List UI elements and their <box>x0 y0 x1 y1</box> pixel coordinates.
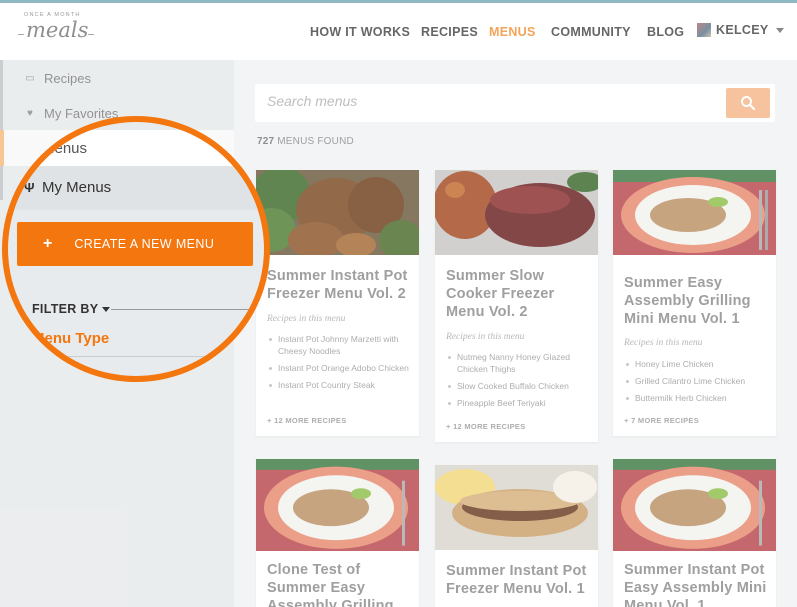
menu-card-image <box>613 459 776 551</box>
more-recipes-link[interactable]: + 12 MORE RECIPES <box>267 416 347 425</box>
site-header: ONCE A MONTH meals HOW IT WORKS RECIPES … <box>0 3 797 60</box>
menu-card[interactable]: Summer Instant Pot Easy Assembly Mini Me… <box>613 459 776 607</box>
menu-card-title[interactable]: Summer Instant Pot Freezer Menu Vol. 2 <box>267 267 412 303</box>
filter-divider <box>32 356 262 357</box>
list-item: Pineapple Beef Teriyaki <box>446 397 594 409</box>
menu-card-image <box>435 465 598 550</box>
active-indicator <box>0 130 4 166</box>
recipes-icon: ▭ <box>25 73 35 84</box>
menu-card-subtitle: Recipes in this menu <box>446 332 525 342</box>
site-logo[interactable]: ONCE A MONTH meals <box>18 12 94 52</box>
list-item: Nutmeg Nanny Honey Glazed Chicken Thighs <box>446 351 594 375</box>
user-name: KELCEY <box>716 23 769 37</box>
sidebar-item-my-menus[interactable]: Ψ My Menus <box>8 166 264 210</box>
sidebar-item-label: My Menus <box>42 179 112 196</box>
list-item: Buttermilk Herb Chicken <box>624 392 772 404</box>
spotlight-highlight: ☰ Menus Ψ My Menus + CREATE A NEW MENU F… <box>2 116 270 382</box>
nav-community[interactable]: COMMUNITY <box>551 25 631 39</box>
list-item: Instant Pot Orange Adobo Chicken <box>267 362 415 374</box>
create-menu-button[interactable]: + CREATE A NEW MENU <box>17 222 253 266</box>
plus-icon: + <box>43 235 53 252</box>
nav-how-it-works[interactable]: HOW IT WORKS <box>310 25 410 39</box>
filter-menu-type[interactable]: Menu Type <box>32 330 109 347</box>
menu-card-subtitle: Recipes in this menu <box>267 314 346 324</box>
menu-card[interactable]: Summer Instant Pot Freezer Menu Vol. 1 <box>435 465 598 607</box>
menu-card-title[interactable]: Summer Slow Cooker Freezer Menu Vol. 2 <box>446 267 591 321</box>
menu-card-subtitle: Recipes in this menu <box>624 338 703 348</box>
logo-tick-right <box>88 34 94 35</box>
recipe-list: Instant Pot Johnny Marzetti with Cheesy … <box>267 333 415 396</box>
create-menu-label: CREATE A NEW MENU <box>74 237 215 251</box>
search-input[interactable] <box>267 93 707 109</box>
chevron-down-icon <box>775 27 784 33</box>
sidebar-item-menus[interactable]: ☰ Menus <box>8 130 264 166</box>
sidebar-item-label: Menus <box>42 140 88 157</box>
more-recipes-link[interactable]: + 12 MORE RECIPES <box>446 422 526 431</box>
list-item: Grilled Cilantro Lime Chicken <box>624 375 772 387</box>
menu-card[interactable]: Summer Slow Cooker Freezer Menu Vol. 2 R… <box>435 170 598 442</box>
filter-divider <box>111 309 264 310</box>
menu-card-title[interactable]: Clone Test of Summer Easy Assembly Grill… <box>267 561 412 607</box>
more-recipes-link[interactable]: + 7 MORE RECIPES <box>624 416 699 425</box>
fork-icon: Ψ <box>24 180 35 195</box>
results-count: 727 MENUS FOUND <box>257 136 354 147</box>
list-item: Instant Pot Johnny Marzetti with Cheesy … <box>267 333 415 357</box>
menu-card-image <box>256 170 419 255</box>
search-button[interactable] <box>726 88 770 118</box>
menu-card[interactable]: Clone Test of Summer Easy Assembly Grill… <box>256 459 419 607</box>
heart-icon: ♥ <box>27 108 33 119</box>
filter-by-label: FILTER BY <box>32 302 99 316</box>
menu-card[interactable]: Summer Instant Pot Freezer Menu Vol. 2 R… <box>256 170 419 436</box>
sidebar-item-recipes[interactable]: ▭ Recipes <box>24 71 91 86</box>
menu-card-title[interactable]: Summer Instant Pot Freezer Menu Vol. 1 <box>446 562 591 598</box>
filter-by-toggle[interactable]: FILTER BY <box>32 302 111 316</box>
menu-card-title[interactable]: Summer Instant Pot Easy Assembly Mini Me… <box>624 561 769 607</box>
results-label: MENUS FOUND <box>277 136 354 147</box>
menu-card-image <box>435 170 598 255</box>
menu-card-title[interactable]: Summer Easy Assembly Grilling Mini Menu … <box>624 274 769 328</box>
menu-card-image <box>613 170 776 255</box>
search-icon <box>741 96 756 111</box>
menu-card-image <box>256 459 419 551</box>
avatar <box>697 23 711 37</box>
list-item: Instant Pot Country Steak <box>267 379 415 391</box>
menu-card[interactable]: Summer Easy Assembly Grilling Mini Menu … <box>613 170 776 436</box>
recipe-list: Honey Lime Chicken Grilled Cilantro Lime… <box>624 358 772 409</box>
list-icon: ☰ <box>24 143 34 155</box>
nav-recipes[interactable]: RECIPES <box>421 25 478 39</box>
search-bar <box>255 84 775 122</box>
list-item: Honey Lime Chicken <box>624 358 772 370</box>
user-menu[interactable]: KELCEY <box>697 23 784 37</box>
nav-menus[interactable]: MENUS <box>489 25 536 39</box>
list-item: Slow Cooked Buffalo Chicken <box>446 380 594 392</box>
logo-wordmark: meals <box>26 18 89 42</box>
nav-blog[interactable]: BLOG <box>647 25 684 39</box>
logo-tick-left <box>18 34 24 35</box>
recipe-list: Nutmeg Nanny Honey Glazed Chicken Thighs… <box>446 351 594 414</box>
caret-down-icon <box>102 306 111 312</box>
sidebar-item-label: Recipes <box>44 71 91 86</box>
